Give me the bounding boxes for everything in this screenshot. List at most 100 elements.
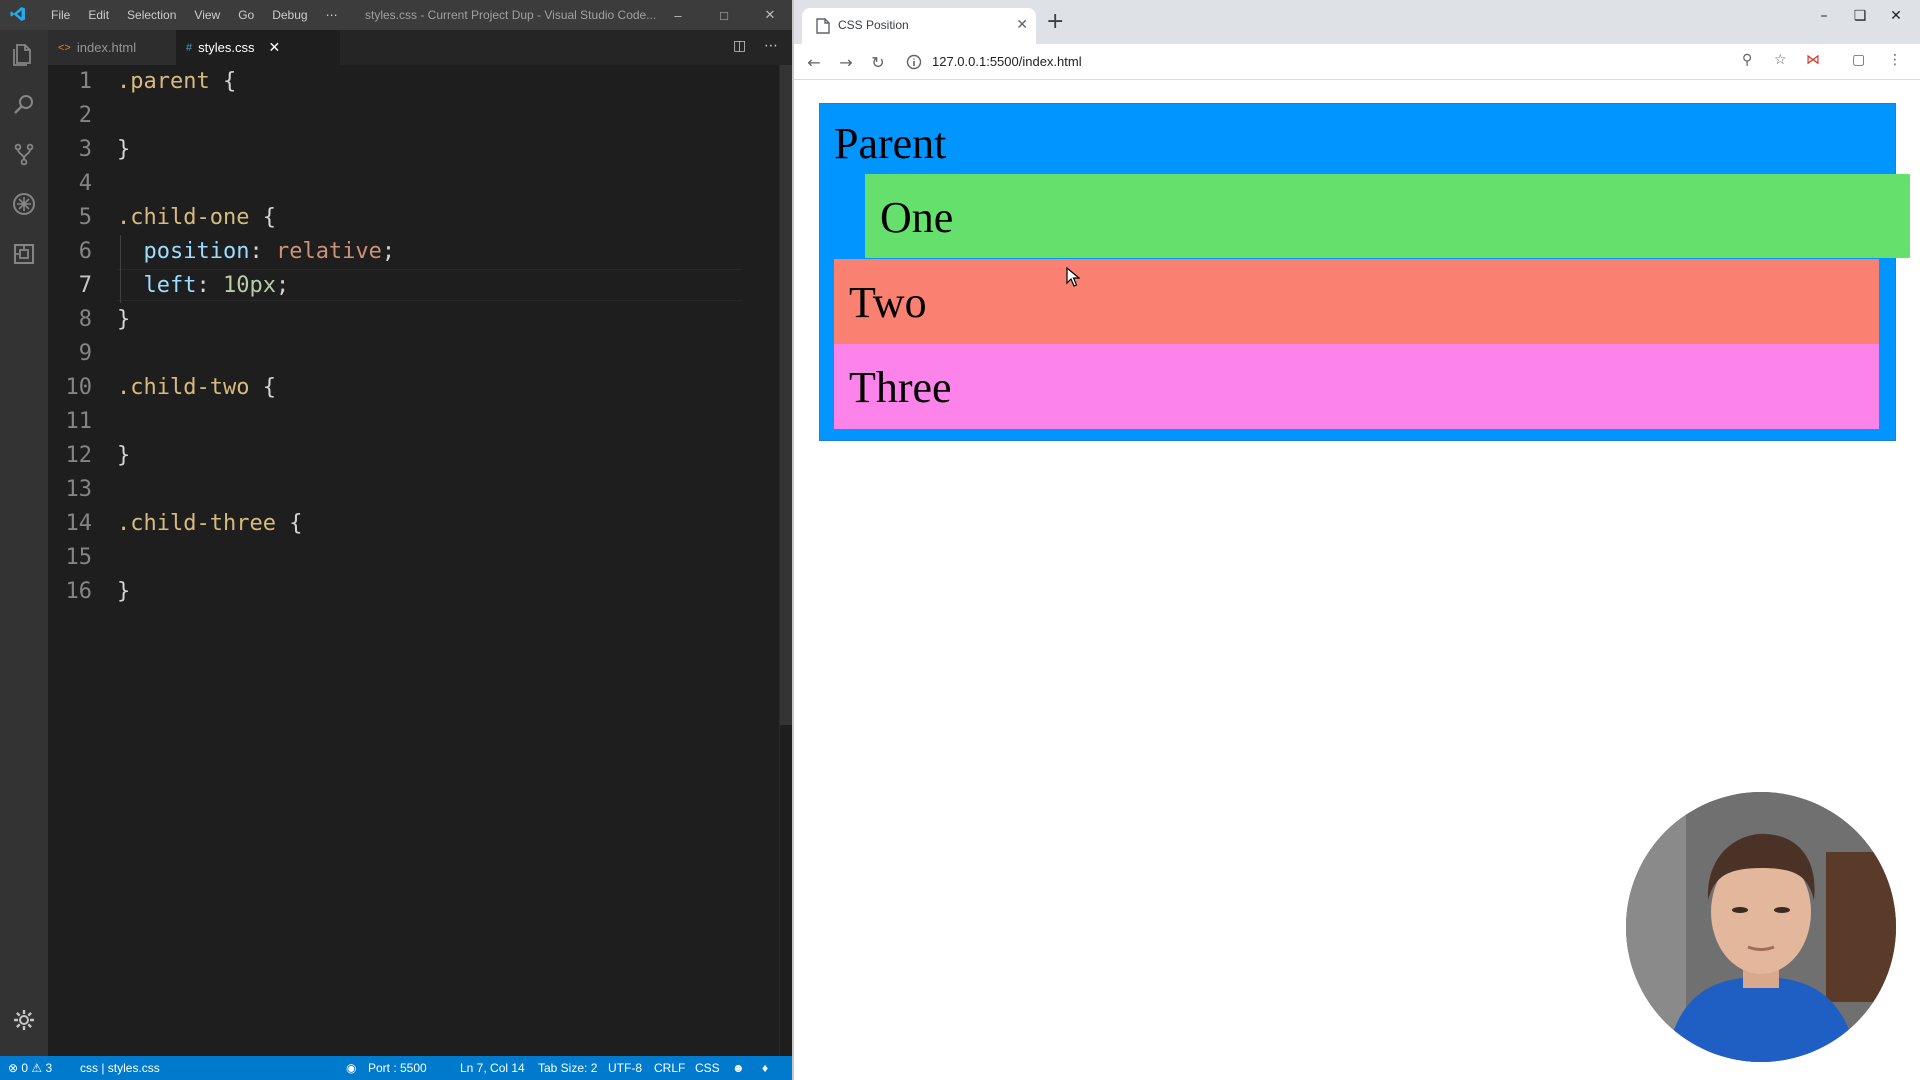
url-text: 127.0.0.1:5500/index.html xyxy=(932,54,1082,69)
back-icon[interactable]: ← xyxy=(802,50,826,74)
more-actions-icon[interactable]: ⋯ xyxy=(764,38,778,54)
feedback-smiley-icon[interactable]: ☻ xyxy=(732,1056,745,1080)
code-line[interactable]: 6 position: relative; xyxy=(48,235,792,269)
cursor-position[interactable]: Ln 7, Col 14 xyxy=(460,1056,525,1080)
line-number: 9 xyxy=(78,341,92,366)
cast-icon[interactable]: ▢ xyxy=(1852,52,1865,68)
line-number: 11 xyxy=(65,409,93,434)
info-icon xyxy=(906,54,922,70)
problems-indicator[interactable]: ⊗ 0 ⚠ 3 xyxy=(8,1056,52,1080)
extensions-icon[interactable] xyxy=(10,240,38,268)
line-number: 3 xyxy=(78,137,92,162)
code-line[interactable]: 1 .parent { xyxy=(48,65,792,99)
code-token: 10px xyxy=(222,273,276,298)
editor-tabs: <> index.html # styles.css ✕ ◫ ⋯ xyxy=(48,30,792,65)
code-line[interactable]: 9 xyxy=(48,337,792,371)
code-token: relative xyxy=(275,239,382,264)
new-tab-icon[interactable]: + xyxy=(1046,10,1064,34)
minimize-button[interactable]: – xyxy=(1804,2,1844,30)
code-line[interactable]: 13 xyxy=(48,473,792,507)
line-number: 14 xyxy=(65,511,93,536)
code-token: { xyxy=(209,69,237,94)
menu-item[interactable]: View xyxy=(185,8,229,22)
code-line[interactable]: 12} xyxy=(48,439,792,473)
code-line[interactable]: 4 xyxy=(48,167,792,201)
code-token: .parent xyxy=(117,69,210,94)
code-text: position: relative; xyxy=(117,235,395,269)
code-token: { xyxy=(249,205,276,230)
files-icon[interactable] xyxy=(10,40,38,68)
browser-tabstrip: CSS Position ✕ + – ❏ ✕ xyxy=(794,0,1920,44)
address-bar[interactable]: 127.0.0.1:5500/index.html xyxy=(906,48,1766,76)
close-window-button[interactable]: ✕ xyxy=(752,0,788,30)
demo-child-two: Two xyxy=(834,259,1879,344)
code-token: ; xyxy=(381,239,396,264)
html-file-icon: <> xyxy=(58,41,71,54)
code-line[interactable]: 14 .child-three { xyxy=(48,507,792,541)
line-number: 8 xyxy=(78,307,92,332)
code-line[interactable]: 5 .child-one { xyxy=(48,201,792,235)
split-editor-icon[interactable]: ◫ xyxy=(733,38,746,54)
indent-guide xyxy=(120,235,121,303)
forward-icon[interactable]: → xyxy=(834,50,858,74)
extension-icon[interactable]: ⋈ xyxy=(1806,52,1820,68)
code-line[interactable]: 10 .child-two { xyxy=(48,371,792,405)
tab-index-html[interactable]: <> index.html xyxy=(48,30,176,65)
live-server-port[interactable]: Port : 5500 xyxy=(368,1056,427,1080)
notifications-bell-icon[interactable]: ♦ xyxy=(762,1056,768,1080)
editor-scrollbar[interactable] xyxy=(780,65,792,725)
maximize-button[interactable]: □ xyxy=(706,0,742,30)
tab-styles-css[interactable]: # styles.css ✕ xyxy=(176,30,340,65)
code-token: } xyxy=(117,579,131,604)
window-title: styles.css - Current Project Dup - Visua… xyxy=(365,8,657,22)
minimize-button[interactable]: – xyxy=(660,0,696,30)
code-token: } xyxy=(117,307,131,332)
close-window-button[interactable]: ✕ xyxy=(1876,2,1916,30)
zoom-icon[interactable]: ⚲ xyxy=(1742,52,1752,68)
tab-size[interactable]: Tab Size: 2 xyxy=(538,1056,597,1080)
settings-gear-icon[interactable] xyxy=(10,1006,38,1034)
maximize-button[interactable]: ❏ xyxy=(1840,2,1880,30)
chrome-menu-icon[interactable]: ⋮ xyxy=(1888,52,1902,68)
menu-item[interactable]: Selection xyxy=(118,8,185,22)
encoding[interactable]: UTF-8 xyxy=(608,1056,642,1080)
code-token: .child-one xyxy=(117,205,250,230)
menu-item[interactable]: Go xyxy=(229,8,263,22)
line-number: 1 xyxy=(78,69,92,94)
tab-label: index.html xyxy=(76,40,137,55)
code-text: .parent { xyxy=(117,65,236,99)
menu-item[interactable]: File xyxy=(42,8,79,22)
code-line[interactable]: 7 left: 10px; xyxy=(48,269,792,303)
code-token: { xyxy=(249,375,276,400)
menu-item[interactable]: Debug xyxy=(263,8,316,22)
code-line[interactable]: 16} xyxy=(48,575,792,609)
line-number: 7 xyxy=(78,273,92,298)
live-server-icon[interactable]: ◉ xyxy=(346,1056,356,1080)
line-number: 15 xyxy=(65,545,93,570)
close-tab-icon[interactable]: ✕ xyxy=(1016,16,1028,33)
search-icon[interactable] xyxy=(10,90,38,118)
close-tab-icon[interactable]: ✕ xyxy=(268,39,280,56)
code-line[interactable]: 2 xyxy=(48,99,792,133)
menu-item[interactable]: Edit xyxy=(79,8,118,22)
code-line[interactable]: 11 xyxy=(48,405,792,439)
menu-item[interactable]: ⋯ xyxy=(317,8,347,22)
status-breadcrumb[interactable]: css | styles.css xyxy=(80,1056,160,1080)
code-editor[interactable]: 1 .parent {2 3} 4 5 .child-one {6 position: r… xyxy=(48,65,792,1056)
tab-label: styles.css xyxy=(198,40,255,55)
browser-tab[interactable]: CSS Position ✕ xyxy=(802,8,1036,44)
line-ending[interactable]: CRLF xyxy=(654,1056,685,1080)
webcam-overlay xyxy=(1626,792,1896,1062)
presenter-avatar xyxy=(1626,792,1896,1062)
demo-child-one: One xyxy=(865,174,1910,258)
bookmark-star-icon[interactable]: ☆ xyxy=(1774,52,1787,68)
debug-icon[interactable] xyxy=(10,190,38,218)
source-control-icon[interactable] xyxy=(10,140,38,168)
reload-icon[interactable]: ↻ xyxy=(866,50,890,74)
code-token: left xyxy=(117,273,197,298)
code-line[interactable]: 3} xyxy=(48,133,792,167)
parent-label: Parent xyxy=(834,119,947,168)
code-line[interactable]: 8} xyxy=(48,303,792,337)
code-line[interactable]: 15 xyxy=(48,541,792,575)
language-mode[interactable]: CSS xyxy=(695,1056,720,1080)
